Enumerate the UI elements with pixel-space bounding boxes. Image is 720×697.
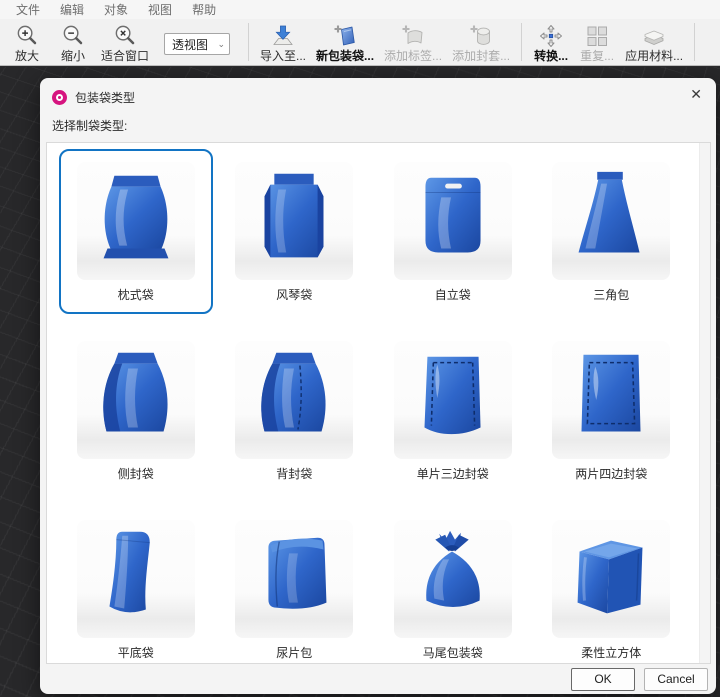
dialog-footer: OK Cancel	[40, 664, 716, 694]
ok-button[interactable]: OK	[571, 668, 635, 691]
toolbar-button-transform[interactable]: 转换...	[528, 20, 574, 64]
bag-type-dialog: 包装袋类型 ✕ 选择制袋类型: 枕式袋 风琴袋 自立袋 三角包 侧封袋 背封袋 …	[40, 78, 716, 694]
bag-tile-label: 马尾包装袋	[423, 647, 483, 660]
toolbar-separator	[521, 23, 522, 61]
bag-tile-pillow[interactable]: 枕式袋	[59, 149, 213, 314]
toolbar-button-label: 导入至...	[260, 49, 306, 63]
bag-type-panel: 枕式袋 风琴袋 自立袋 三角包 侧封袋 背封袋 单片三边封袋 两片四边封袋 平底…	[46, 142, 711, 664]
zoom-out-button[interactable]: 缩小	[50, 20, 96, 64]
toolbar-button-import[interactable]: 导入至...	[255, 20, 311, 64]
add-label-icon	[400, 23, 426, 49]
cancel-button[interactable]: Cancel	[644, 668, 708, 691]
toolbar-button-new-bag[interactable]: 新包装袋...	[311, 20, 379, 64]
view-mode-value: 透视图	[172, 36, 208, 53]
toolbar-separator	[694, 23, 695, 61]
fit-window-button[interactable]: 适合窗口	[96, 20, 154, 64]
side-seal-bag-thumbnail	[77, 341, 195, 459]
apply-materials-icon	[641, 23, 667, 49]
bag-tile-label: 平底袋	[118, 647, 154, 660]
flat-bottom-bag-thumbnail	[77, 520, 195, 638]
menu-bar: 文件 编辑 对象 视图 帮助	[0, 0, 720, 19]
bag-tile-label: 枕式袋	[118, 289, 154, 302]
bag-tile-label: 尿片包	[276, 647, 312, 660]
bag-tile-ponytail[interactable]: 马尾包装袋	[376, 507, 530, 664]
bag-tile-label: 两片四边封袋	[575, 468, 647, 481]
menu-file[interactable]: 文件	[6, 1, 50, 18]
zoom-in-icon	[15, 23, 40, 49]
ponytail-bag-thumbnail	[394, 520, 512, 638]
zoom-out-label: 缩小	[61, 49, 85, 63]
bag-tile-label: 风琴袋	[276, 289, 312, 302]
zoom-out-icon	[61, 23, 86, 49]
bag-tile-three-side-seal[interactable]: 单片三边封袋	[376, 328, 530, 493]
dialog-app-icon	[52, 90, 67, 105]
zoom-in-button[interactable]: 放大	[4, 20, 50, 64]
bag-tile-label: 柔性立方体	[581, 647, 641, 660]
three-side-seal-bag-thumbnail	[394, 341, 512, 459]
toolbar-button-duplicate[interactable]: 重复...	[574, 20, 620, 64]
bag-tile-flexible-cube[interactable]: 柔性立方体	[535, 507, 689, 664]
add-sleeve-icon	[468, 23, 494, 49]
transform-icon	[538, 23, 564, 49]
bag-tile-diaper[interactable]: 尿片包	[218, 507, 372, 664]
fit-window-label: 适合窗口	[101, 49, 149, 63]
pillow-bag-thumbnail	[77, 162, 195, 280]
toolbar-button-label: 新包装袋...	[316, 49, 374, 63]
chevron-down-icon: ⌄	[217, 40, 225, 48]
toolbar: 放大 缩小 适合窗口 透视图 ⌄ 导入至... 新包装袋... 添加标签...	[0, 19, 720, 66]
toolbar-button-add-label[interactable]: 添加标签...	[379, 20, 447, 64]
bag-tile-label: 单片三边封袋	[417, 468, 489, 481]
toolbar-button-label: 重复...	[580, 49, 614, 63]
close-icon[interactable]: ✕	[690, 87, 702, 101]
menu-help[interactable]: 帮助	[182, 1, 226, 18]
duplicate-icon	[584, 23, 610, 49]
bag-tile-flat-bottom[interactable]: 平底袋	[59, 507, 213, 664]
gusset-bag-thumbnail	[235, 162, 353, 280]
flexible-cube-bag-thumbnail	[552, 520, 670, 638]
dialog-title-bar: 包装袋类型 ✕	[40, 78, 716, 108]
dialog-title: 包装袋类型	[75, 89, 135, 106]
menu-edit[interactable]: 编辑	[50, 1, 94, 18]
zoom-in-label: 放大	[15, 49, 39, 63]
standup-bag-thumbnail	[394, 162, 512, 280]
toolbar-button-label: 添加封套...	[452, 49, 510, 63]
fit-window-icon	[113, 23, 138, 49]
bag-tile-label: 自立袋	[435, 289, 471, 302]
dialog-prompt: 选择制袋类型:	[40, 108, 716, 142]
toolbar-button-label: 转换...	[534, 49, 568, 63]
bag-tile-gusset[interactable]: 风琴袋	[218, 149, 372, 314]
bag-grid: 枕式袋 风琴袋 自立袋 三角包 侧封袋 背封袋 单片三边封袋 两片四边封袋 平底…	[47, 143, 710, 664]
toolbar-separator	[248, 23, 249, 61]
four-side-seal-bag-thumbnail	[552, 341, 670, 459]
toolbar-button-add-sleeve[interactable]: 添加封套...	[447, 20, 515, 64]
toolbar-button-apply-materials[interactable]: 应用材料...	[620, 20, 688, 64]
viewport-3d[interactable]: 包装袋类型 ✕ 选择制袋类型: 枕式袋 风琴袋 自立袋 三角包 侧封袋 背封袋 …	[0, 67, 720, 697]
menu-view[interactable]: 视图	[138, 1, 182, 18]
bag-tile-label: 背封袋	[276, 468, 312, 481]
menu-object[interactable]: 对象	[94, 1, 138, 18]
bag-tile-standup[interactable]: 自立袋	[376, 149, 530, 314]
bag-tile-label: 侧封袋	[118, 468, 154, 481]
bag-tile-four-side-seal[interactable]: 两片四边封袋	[535, 328, 689, 493]
bag-tile-side-seal[interactable]: 侧封袋	[59, 328, 213, 493]
triangle-bag-thumbnail	[552, 162, 670, 280]
diaper-bag-thumbnail	[235, 520, 353, 638]
bag-tile-back-seal[interactable]: 背封袋	[218, 328, 372, 493]
view-mode-select[interactable]: 透视图 ⌄	[164, 33, 230, 55]
import-icon	[270, 23, 296, 49]
scrollbar[interactable]	[699, 143, 710, 663]
toolbar-button-label: 应用材料...	[625, 49, 683, 63]
bag-tile-label: 三角包	[593, 289, 629, 302]
new-bag-icon	[332, 23, 358, 49]
back-seal-bag-thumbnail	[235, 341, 353, 459]
bag-tile-triangle[interactable]: 三角包	[535, 149, 689, 314]
toolbar-button-label: 添加标签...	[384, 49, 442, 63]
